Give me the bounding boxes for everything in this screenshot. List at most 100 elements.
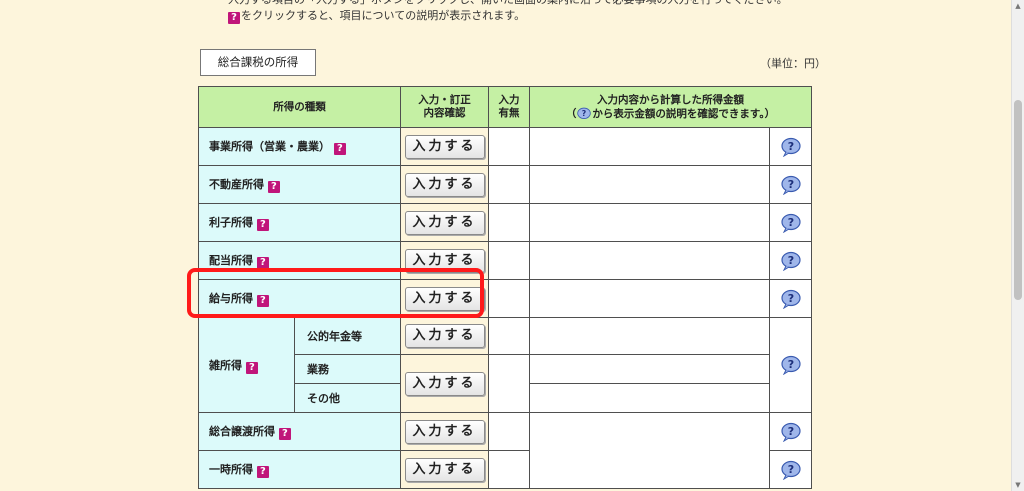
amount-cell bbox=[529, 241, 770, 280]
input-button-interest[interactable]: 入力する bbox=[404, 210, 485, 235]
header-amount-line1: 入力内容から計算した所得金額 bbox=[597, 93, 744, 106]
instructions: 入力する項目の「入力する」ボタンをクリックし、開いた画面の案内に沿って必要事項の… bbox=[228, 0, 788, 24]
help-bubble-icon[interactable]: ? bbox=[780, 251, 802, 271]
label-real-estate: 不動産所得 bbox=[209, 178, 264, 191]
table-header-row: 所得の種類 入力・訂正 内容確認 入力 有無 入力内容から計算した所得金額 （? から… bbox=[198, 86, 812, 128]
amount-cell bbox=[529, 127, 770, 166]
sub-label: 公的年金等 bbox=[294, 317, 401, 355]
label-interest: 利子所得 bbox=[209, 216, 253, 229]
row-transfer: 総合譲渡所得 ? 入力する ? bbox=[198, 412, 812, 489]
svg-text:?: ? bbox=[787, 216, 793, 229]
input-button-business[interactable]: 入力する bbox=[404, 134, 485, 159]
button-cell: 入力する bbox=[400, 165, 489, 204]
row-label: 一時所得 ? bbox=[198, 450, 401, 489]
svg-text:?: ? bbox=[787, 254, 793, 267]
row-label: 総合譲渡所得 ? bbox=[198, 412, 401, 451]
help-badge-icon: ? bbox=[228, 12, 240, 24]
section-title: 総合課税の所得 bbox=[200, 49, 316, 76]
help-bubble-icon[interactable]: ? bbox=[780, 355, 802, 375]
unit-label: （単位：円） bbox=[760, 57, 826, 70]
help-badge-icon[interactable]: ? bbox=[278, 428, 291, 440]
row-label: 利子所得 ? bbox=[198, 203, 401, 242]
header-has-line1: 入力 bbox=[498, 94, 520, 106]
instruction-line-1: 入力する項目の「入力する」ボタンをクリックし、開いた画面の案内に沿って必要事項の… bbox=[228, 0, 788, 8]
help-cell: ? bbox=[769, 241, 812, 280]
help-cell: ? bbox=[769, 203, 812, 242]
row-label: 雑所得 ? bbox=[198, 317, 295, 413]
scrollbar[interactable]: ▲ ▼ bbox=[1011, 0, 1024, 491]
amount-cell bbox=[529, 165, 770, 204]
input-button-transfer[interactable]: 入力する bbox=[404, 419, 485, 444]
amount-cell bbox=[529, 383, 770, 413]
header-amount-line2: から表示金額の説明を確認できます。） bbox=[592, 107, 776, 120]
sub-label: その他 bbox=[294, 383, 401, 413]
svg-text:?: ? bbox=[787, 358, 793, 371]
svg-text:?: ? bbox=[787, 178, 793, 191]
row-misc-pension: 雑所得 ? 公的年金等 入力する ? bbox=[198, 317, 812, 413]
header-input-line2: 内容確認 bbox=[423, 107, 466, 119]
has-input-cell bbox=[488, 127, 530, 166]
amount-cell bbox=[529, 279, 770, 318]
amount-cell bbox=[529, 317, 770, 355]
input-button-work-other[interactable]: 入力する bbox=[404, 371, 485, 396]
svg-text:?: ? bbox=[787, 140, 793, 153]
help-cell: ? bbox=[769, 450, 812, 489]
has-input-cell bbox=[488, 317, 530, 355]
button-cell: 入力する bbox=[400, 127, 489, 166]
scroll-thumb[interactable] bbox=[1014, 100, 1022, 300]
input-button-temporary[interactable]: 入力する bbox=[404, 457, 485, 482]
scroll-up-arrow-icon[interactable]: ▲ bbox=[1014, 2, 1022, 10]
header-input: 入力・訂正 内容確認 bbox=[400, 86, 489, 128]
svg-text:?: ? bbox=[787, 292, 793, 305]
input-button-real-estate[interactable]: 入力する bbox=[404, 172, 485, 197]
has-input-cell bbox=[488, 165, 530, 204]
amount-cell bbox=[529, 412, 770, 489]
help-bubble-icon[interactable]: ? bbox=[780, 460, 802, 480]
scroll-down-arrow-icon[interactable]: ▼ bbox=[1014, 481, 1022, 489]
help-badge-icon[interactable]: ? bbox=[333, 143, 346, 155]
help-bubble-icon[interactable]: ? bbox=[780, 422, 802, 442]
svg-text:?: ? bbox=[787, 463, 793, 476]
help-bubble-icon[interactable]: ? bbox=[780, 137, 802, 157]
has-input-cell bbox=[488, 354, 530, 413]
has-input-cell bbox=[488, 279, 530, 318]
help-bubble-icon[interactable]: ? bbox=[780, 175, 802, 195]
button-cell: 入力する bbox=[400, 203, 489, 242]
help-badge-icon[interactable]: ? bbox=[267, 181, 280, 193]
label-temporary: 一時所得 bbox=[209, 463, 253, 476]
amount-cell bbox=[529, 203, 770, 242]
help-bubble-icon[interactable]: ? bbox=[780, 289, 802, 309]
help-badge-icon[interactable]: ? bbox=[256, 219, 269, 231]
button-cell: 入力する bbox=[400, 450, 489, 489]
help-bubble-icon[interactable]: ? bbox=[780, 213, 802, 233]
help-cell: ? bbox=[769, 127, 812, 166]
label-transfer: 総合譲渡所得 bbox=[209, 425, 275, 438]
input-button-pension[interactable]: 入力する bbox=[404, 324, 485, 348]
header-has-input: 入力 有無 bbox=[488, 86, 530, 128]
help-bubble-icon: ? bbox=[577, 107, 592, 119]
help-cell: ? bbox=[769, 317, 812, 413]
instruction-line-2: ? をクリックすると、項目についての説明が表示されます。 bbox=[228, 8, 788, 24]
help-badge-icon[interactable]: ? bbox=[245, 361, 258, 374]
header-income-type: 所得の種類 bbox=[198, 86, 401, 128]
has-input-cell bbox=[488, 412, 530, 451]
header-amount-paren: （ bbox=[565, 107, 577, 120]
row-real-estate: 不動産所得 ? 入力する ? bbox=[198, 165, 812, 204]
svg-text:?: ? bbox=[582, 109, 586, 118]
has-input-cell bbox=[488, 241, 530, 280]
svg-text:?: ? bbox=[787, 425, 793, 438]
label-dividend: 配当所得 bbox=[209, 254, 253, 267]
header-input-line1: 入力・訂正 bbox=[418, 94, 471, 106]
highlight-salary-row bbox=[187, 268, 484, 318]
help-cell: ? bbox=[769, 412, 812, 451]
row-label: 不動産所得 ? bbox=[198, 165, 401, 204]
header-has-line2: 有無 bbox=[498, 107, 520, 119]
header-amount: 入力内容から計算した所得金額 （? から表示金額の説明を確認できます。） bbox=[529, 86, 812, 128]
help-cell: ? bbox=[769, 165, 812, 204]
has-input-cell bbox=[488, 450, 530, 489]
button-cell: 入力する bbox=[400, 317, 489, 355]
help-badge-icon[interactable]: ? bbox=[256, 466, 269, 478]
row-interest: 利子所得 ? 入力する ? bbox=[198, 203, 812, 242]
page: 入力する項目の「入力する」ボタンをクリックし、開いた画面の案内に沿って必要事項の… bbox=[0, 0, 1012, 491]
row-label: 事業所得（営業・農業） ? bbox=[198, 127, 401, 166]
